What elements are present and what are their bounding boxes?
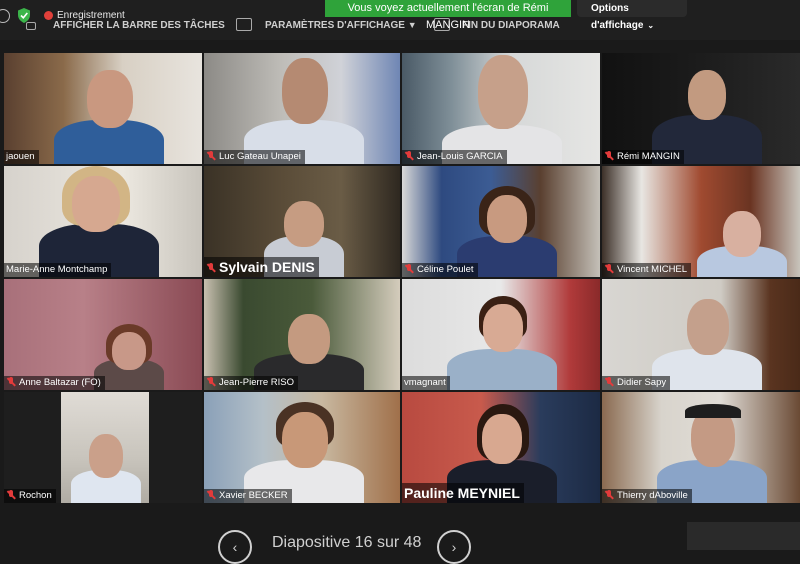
muted-mic-icon [604, 490, 614, 500]
slideshow-nav: ‹ Diapositive 16 sur 48 › [0, 520, 800, 564]
participant-label: Vincent MICHEL [617, 264, 688, 275]
participant-label: Luc Gateau Unapei [219, 151, 301, 162]
participant-name: jaouen [4, 150, 39, 164]
participant-name: Thierry dAboville [602, 489, 692, 503]
muted-mic-icon [206, 377, 216, 387]
video-tile[interactable]: Rémi MANGIN [602, 53, 800, 164]
participant-label: Rochon [19, 490, 52, 501]
participant-name: Sylvain DENIS [204, 257, 319, 277]
next-slide-button[interactable]: › [437, 530, 471, 564]
participant-label: Pauline MEYNIEL [404, 485, 520, 501]
participant-name: Rémi MANGIN [602, 150, 684, 164]
participant-label: Xavier BECKER [219, 490, 288, 501]
participant-name: Jean-Pierre RISO [204, 376, 298, 390]
video-tile[interactable]: Anne Baltazar (FO) [4, 279, 202, 390]
muted-mic-icon [6, 490, 16, 500]
participant-name: Marie-Anne Montchamp [4, 263, 112, 277]
slide-counter: Diapositive 16 sur 48 [272, 534, 422, 551]
muted-mic-icon [6, 377, 16, 387]
participant-name: Luc Gateau Unapei [204, 150, 305, 164]
participant-label: Marie-Anne Montchamp [6, 264, 108, 275]
participant-name: Didier Sapy [602, 376, 671, 390]
participant-label: Rémi MANGIN [617, 151, 680, 162]
chevron-left-icon: ‹ [232, 539, 238, 555]
previous-slide-button[interactable]: ‹ [218, 530, 252, 564]
chevron-right-icon: › [451, 539, 457, 555]
video-tile[interactable]: Marie-Anne Montchamp [4, 166, 202, 277]
show-taskbar-button[interactable]: AFFICHER LA BARRE DES TÂCHES [53, 20, 225, 31]
muted-mic-icon [604, 151, 614, 161]
participant-name: vmagnant [402, 376, 450, 390]
slide-thumbnail-panel [687, 522, 800, 550]
display-settings-icon [236, 18, 252, 31]
video-tile[interactable]: Sylvain DENIS [204, 166, 400, 277]
participant-label: Jean-Pierre RISO [219, 377, 294, 388]
muted-mic-icon [206, 490, 216, 500]
muted-mic-icon [404, 264, 414, 274]
participant-name: Pauline MEYNIEL [402, 483, 524, 503]
muted-mic-icon [206, 263, 216, 273]
participant-name: Rochon [4, 489, 56, 503]
participant-name: Jean-Louis GARCIA [402, 150, 507, 164]
participant-label: Céline Poulet [417, 264, 474, 275]
participant-name: Vincent MICHEL [602, 263, 692, 277]
view-options-button[interactable]: Options d'affichage ⌄ [577, 0, 687, 31]
video-tile[interactable]: Céline Poulet [402, 166, 600, 277]
participants-mini-icon [26, 22, 36, 30]
muted-mic-icon [404, 151, 414, 161]
participant-name: Anne Baltazar (FO) [4, 376, 105, 390]
chevron-down-icon: ▼ [407, 20, 417, 30]
participant-label: vmagnant [404, 377, 446, 388]
presentation-toolbar: Enregistrement AFFICHER LA BARRE DES TÂC… [0, 0, 800, 40]
video-tile[interactable]: Jean-Pierre RISO [204, 279, 400, 390]
participant-label: jaouen [6, 151, 35, 162]
security-shield-icon[interactable] [17, 8, 31, 23]
end-slideshow-button[interactable]: FIN DU DIAPORAMA [462, 20, 560, 31]
video-tile[interactable]: Luc Gateau Unapei [204, 53, 400, 164]
muted-mic-icon [206, 151, 216, 161]
participant-label: Anne Baltazar (FO) [19, 377, 101, 388]
participant-name: Xavier BECKER [204, 489, 292, 503]
display-settings-label: PARAMÈTRES D'AFFICHAGE [265, 20, 405, 31]
video-tile[interactable]: Pauline MEYNIEL [402, 392, 600, 503]
display-settings-button[interactable]: PARAMÈTRES D'AFFICHAGE ▼ [265, 20, 417, 31]
participant-label: Jean-Louis GARCIA [417, 151, 503, 162]
screen-share-banner: Vous voyez actuellement l'écran de Rémi … [325, 0, 571, 31]
record-dot-icon [44, 10, 53, 20]
view-options-label: Options d'affichage [591, 3, 644, 31]
participant-name: Céline Poulet [402, 263, 478, 277]
video-tile[interactable]: Xavier BECKER [204, 392, 400, 503]
participant-label: Didier Sapy [617, 377, 667, 388]
participant-label: Sylvain DENIS [219, 259, 315, 275]
info-icon[interactable] [0, 9, 10, 23]
participant-label: Thierry dAboville [617, 490, 688, 501]
muted-mic-icon [604, 264, 614, 274]
video-tile[interactable]: jaouen [4, 53, 202, 164]
video-tile[interactable]: Thierry dAboville [602, 392, 800, 503]
chevron-down-icon: ⌄ [647, 21, 655, 30]
video-tile[interactable]: Vincent MICHEL [602, 166, 800, 277]
video-tile[interactable]: vmagnant [402, 279, 600, 390]
video-tile[interactable]: Didier Sapy [602, 279, 800, 390]
video-tile-active-speaker[interactable]: Jean-Louis GARCIA [402, 53, 600, 164]
video-tile[interactable]: Rochon [4, 392, 202, 503]
muted-mic-icon [604, 377, 614, 387]
